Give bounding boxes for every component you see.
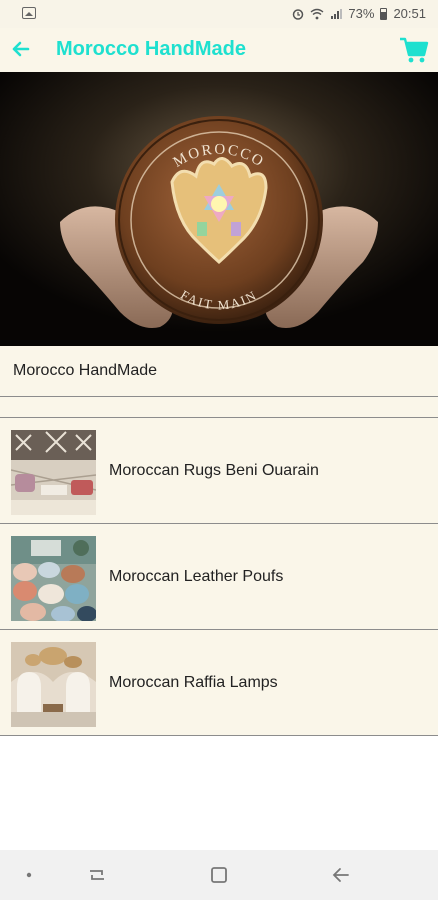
image-notification-icon [22, 7, 36, 19]
category-item-poufs[interactable]: Moroccan Leather Poufs [0, 524, 438, 630]
shop-title-row: Morocco HandMade [0, 346, 438, 397]
category-item-lamps[interactable]: Moroccan Raffia Lamps [0, 630, 438, 736]
signal-icon [331, 8, 343, 19]
status-bar: 73% 20:51 [0, 0, 438, 28]
hands-holding-logo: MOROCCO FAIT MAIN [0, 72, 438, 346]
rugs-thumbnail [11, 430, 96, 515]
shop-title: Morocco HandMade [13, 362, 158, 379]
clock: 20:51 [393, 6, 426, 21]
navigation-bar [0, 850, 438, 900]
back-icon[interactable] [328, 862, 354, 888]
category-label: Moroccan Leather Poufs [109, 568, 284, 585]
poufs-thumbnail [11, 536, 96, 621]
recent-apps-icon[interactable] [84, 862, 110, 888]
category-label: Moroccan Raffia Lamps [109, 674, 278, 691]
banner-image: MOROCCO FAIT MAIN [0, 72, 438, 346]
lamps-thumbnail [11, 642, 96, 727]
home-icon[interactable] [206, 862, 232, 888]
category-item-rugs[interactable]: Moroccan Rugs Beni Ouarain [0, 418, 438, 524]
wifi-icon [310, 8, 324, 19]
shopping-cart-icon[interactable] [398, 34, 430, 66]
spacer-row [0, 397, 438, 418]
alarm-icon [293, 8, 304, 20]
category-list: Moroccan Rugs Beni Ouarain Moroccan Leat… [0, 418, 438, 736]
battery-icon [380, 7, 388, 20]
app-title: Morocco HandMade [56, 38, 247, 60]
dot-indicator-icon [26, 872, 32, 878]
status-right: 73% 20:51 [292, 6, 426, 21]
category-label: Moroccan Rugs Beni Ouarain [109, 462, 319, 479]
app-bar: Morocco HandMade [0, 28, 438, 72]
back-arrow-icon[interactable] [6, 34, 36, 64]
battery-percent: 73% [348, 6, 375, 21]
